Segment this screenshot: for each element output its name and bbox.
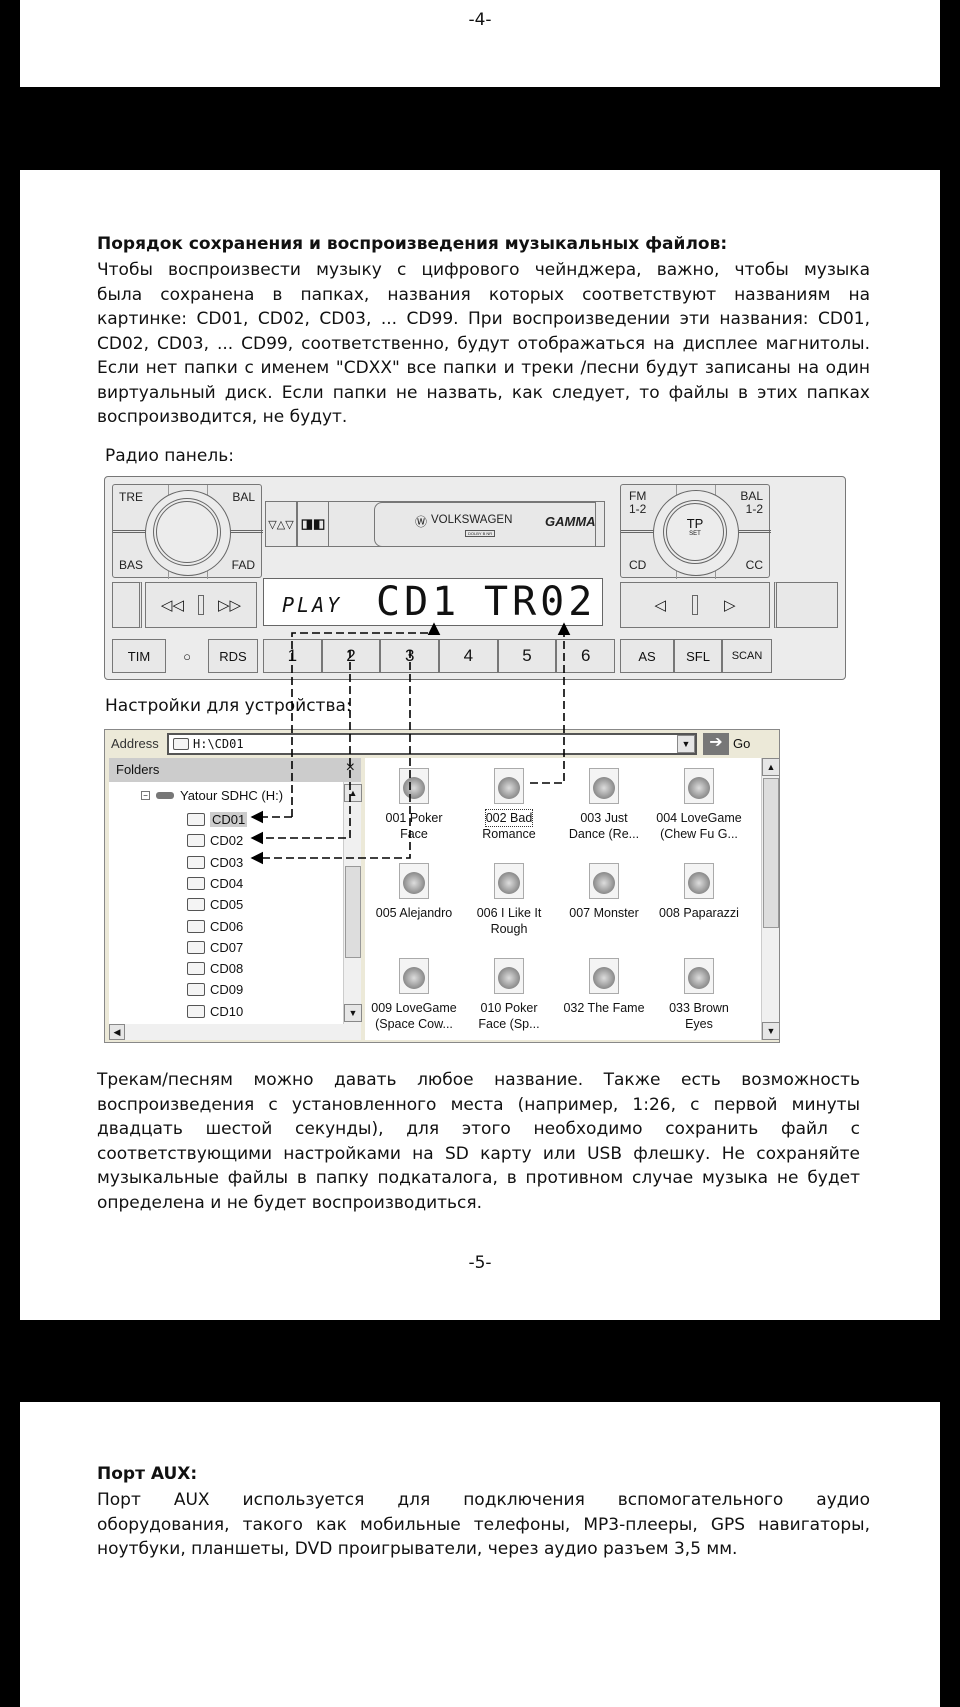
- arrow-cd03: [250, 650, 411, 865]
- arrow-cd01: [291, 622, 441, 817]
- arrow-cd02: [250, 650, 351, 845]
- mapping-arrows: [250, 622, 571, 865]
- arrow-tr02: [530, 622, 571, 784]
